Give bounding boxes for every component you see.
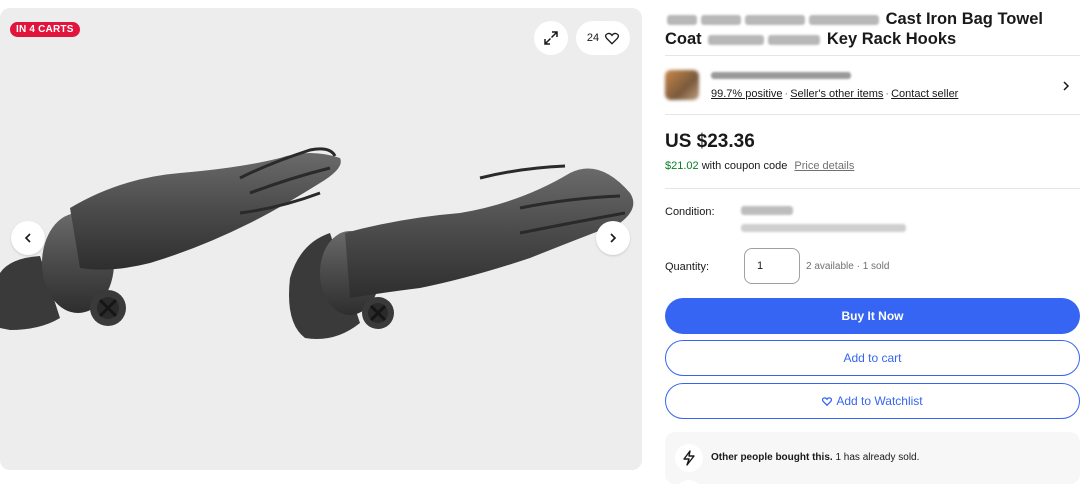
redacted-text: [701, 14, 741, 25]
divider: [665, 114, 1080, 115]
buy-it-now-button[interactable]: Buy It Now: [665, 298, 1080, 334]
quantity-input[interactable]: 1: [744, 248, 800, 284]
separator: ·: [784, 88, 789, 100]
divider: [665, 55, 1080, 56]
condition-label: Condition:: [665, 206, 715, 218]
title-text-2: Coat: [665, 30, 702, 48]
condition-description: [741, 224, 906, 232]
seller-avatar[interactable]: [665, 70, 699, 100]
expand-icon: [544, 31, 558, 45]
seller-other-items-link[interactable]: Seller's other items: [790, 88, 883, 100]
watchlist-label: Add to Watchlist: [836, 394, 923, 408]
quantity-availability: 2 available · 1 sold: [806, 261, 890, 272]
title-text-3: Key Rack Hooks: [826, 30, 957, 48]
add-to-watchlist-button[interactable]: Add to Watchlist: [665, 383, 1080, 419]
notice-text: Other people bought this. 1 has already …: [711, 452, 919, 463]
price-details-link[interactable]: Price details: [794, 160, 854, 172]
next-image-button[interactable]: [596, 221, 630, 255]
product-image: [0, 147, 634, 339]
notice-rest: 1 has already sold.: [835, 452, 920, 463]
separator: ·: [885, 88, 890, 100]
add-to-cart-button[interactable]: Add to cart: [665, 340, 1080, 376]
image-gallery[interactable]: IN 4 CARTS 24: [0, 8, 642, 470]
chevron-right-icon: [610, 233, 617, 243]
listing-details: Cast Iron Bag Towel Coat Key Rack Hooks …: [665, 0, 1080, 484]
redacted-text: [745, 14, 805, 25]
heart-icon: [822, 396, 833, 406]
redacted-text: [768, 34, 821, 45]
in-carts-badge: IN 4 CARTS: [10, 22, 80, 37]
listing-page: IN 4 CARTS 24 Cast Iron Bag Towel Coat K…: [0, 0, 1080, 484]
quantity-label: Quantity:: [665, 261, 710, 273]
coupon-price: $21.02: [665, 160, 699, 172]
seller-links: 99.7% positive · Seller's other items · Cont…: [711, 88, 958, 100]
divider: [665, 188, 1080, 189]
redacted-text: [708, 34, 765, 45]
seller-feedback-link[interactable]: 99.7% positive: [711, 88, 783, 100]
redacted-text: [667, 14, 697, 25]
watch-count-button[interactable]: 24: [576, 21, 630, 55]
social-proof-notice: Other people bought this. 1 has already …: [665, 432, 1080, 484]
chevron-left-icon: [24, 233, 31, 243]
coupon-line: $21.02 with coupon code Price details: [665, 160, 854, 172]
right-hand-hook: [289, 164, 634, 339]
heart-icon: [605, 32, 620, 45]
chevron-right-icon[interactable]: [1060, 80, 1072, 92]
expand-image-button[interactable]: [534, 21, 568, 55]
notice-bold: Other people bought this.: [711, 452, 833, 463]
listing-title: Cast Iron Bag Towel Coat Key Rack Hooks: [665, 9, 1075, 49]
item-price: US $23.36: [665, 131, 755, 152]
watch-count: 24: [586, 32, 600, 44]
seller-card[interactable]: 99.7% positive · Seller's other items · Cont…: [665, 68, 1080, 108]
previous-image-button[interactable]: [11, 221, 45, 255]
seller-name[interactable]: [711, 72, 851, 79]
coupon-text: with coupon code: [701, 160, 788, 172]
title-text-1: Cast Iron Bag Towel: [885, 10, 1043, 28]
condition-value: [741, 206, 793, 215]
notice-secondary-icon: [675, 480, 703, 484]
lightning-icon: [675, 444, 703, 472]
contact-seller-link[interactable]: Contact seller: [891, 88, 958, 100]
redacted-text: [809, 14, 879, 25]
